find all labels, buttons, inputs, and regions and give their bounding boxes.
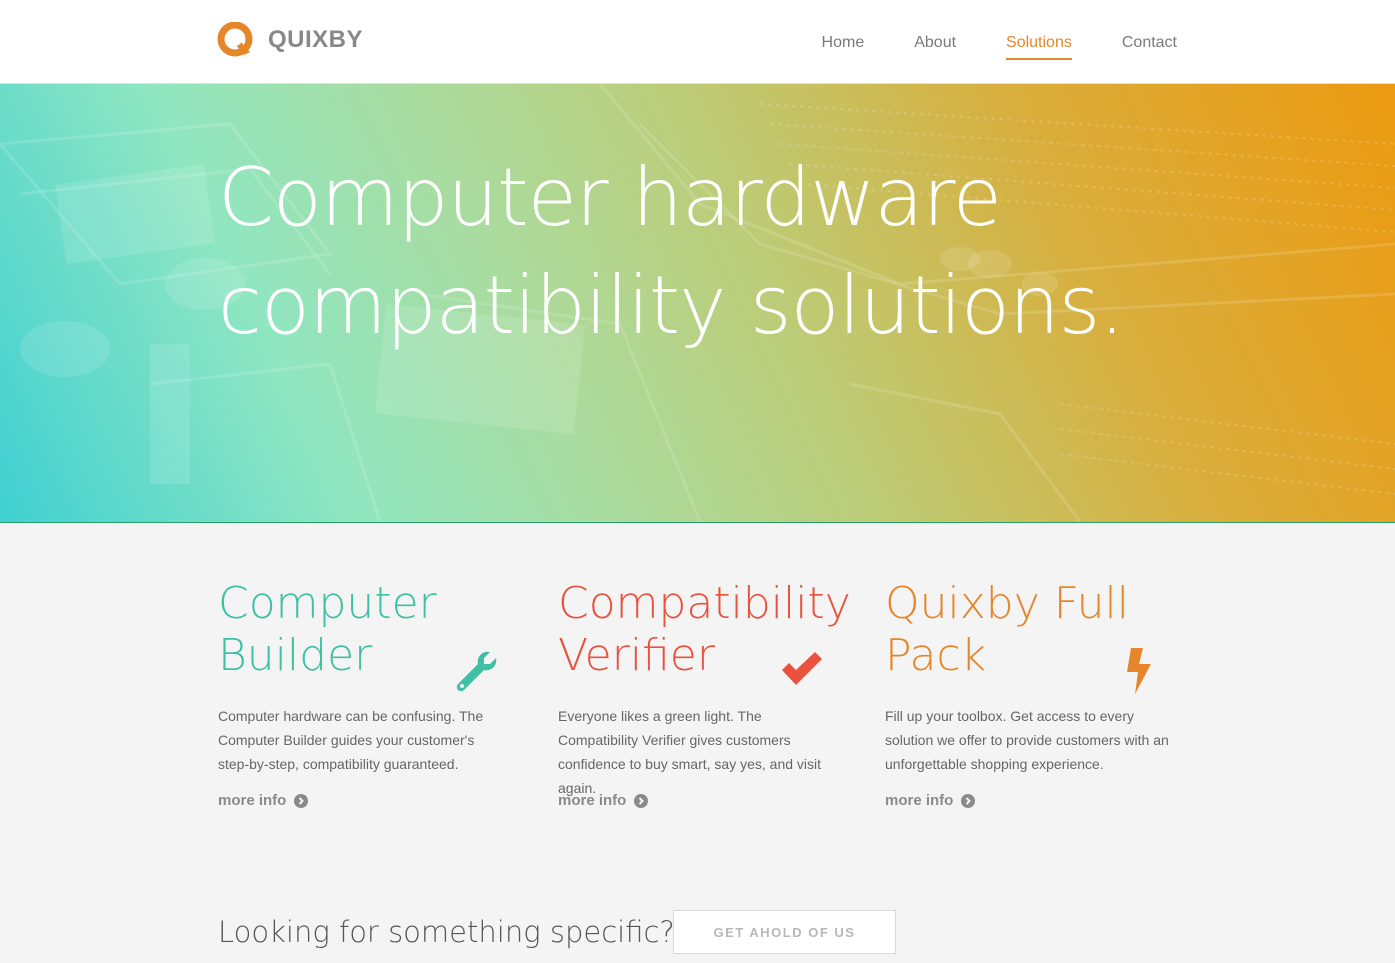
- hero-heading-line-1: Computer hardware: [218, 151, 1002, 244]
- nav-about[interactable]: About: [914, 24, 956, 60]
- arrow-circle-right-icon: [294, 793, 309, 808]
- quixby-logo-icon: [217, 22, 253, 57]
- more-info-link[interactable]: more info: [218, 792, 309, 809]
- feature-computer-builder: Computer Builder Computer hardware can b…: [218, 578, 518, 818]
- feature-description: Fill up your toolbox. Get access to ever…: [885, 708, 1169, 772]
- main-nav: Home About Solutions Contact: [772, 0, 1177, 83]
- checkmark-icon: [782, 652, 822, 685]
- brand-name: QUIXBY: [268, 26, 364, 53]
- more-info-label: more info: [885, 792, 954, 809]
- arrow-circle-right-icon: [961, 793, 976, 808]
- feature-title-line-1: Computer: [218, 578, 437, 629]
- logo[interactable]: QUIXBY: [217, 22, 363, 58]
- arrow-circle-right-icon: [634, 793, 649, 808]
- get-ahold-button[interactable]: GET AHOLD OF US: [673, 910, 896, 954]
- feature-description: Computer hardware can be confusing. The …: [218, 708, 484, 772]
- feature-title-line-1: Quixby Full: [885, 578, 1129, 629]
- nav-home[interactable]: Home: [822, 24, 865, 60]
- nav-solutions[interactable]: Solutions: [1006, 24, 1072, 60]
- more-info-label: more info: [218, 792, 287, 809]
- feature-title-line-1: Compatibility: [558, 578, 851, 629]
- lightning-bolt-icon: [1127, 648, 1151, 694]
- more-info-link[interactable]: more info: [558, 792, 649, 809]
- site-header: QUIXBY Home About Solutions Contact: [0, 0, 1395, 84]
- hero-heading: Computer hardware compatibility solution…: [218, 144, 1218, 360]
- wrench-icon: [456, 651, 497, 692]
- feature-description: Everyone likes a green light. The Compat…: [558, 708, 822, 796]
- hero-heading-line-2: compatibility solutions.: [218, 259, 1125, 352]
- feature-quixby-full-pack: Quixby Full Pack Fill up your toolbox. G…: [885, 578, 1180, 818]
- cta-heading: Looking for something specific?: [218, 915, 675, 949]
- hero-banner: Computer hardware compatibility solution…: [0, 84, 1395, 523]
- more-info-label: more info: [558, 792, 627, 809]
- feature-compatibility-verifier: Compatibility Verifier Everyone likes a …: [558, 578, 851, 818]
- nav-contact[interactable]: Contact: [1122, 24, 1177, 60]
- more-info-link[interactable]: more info: [885, 792, 976, 809]
